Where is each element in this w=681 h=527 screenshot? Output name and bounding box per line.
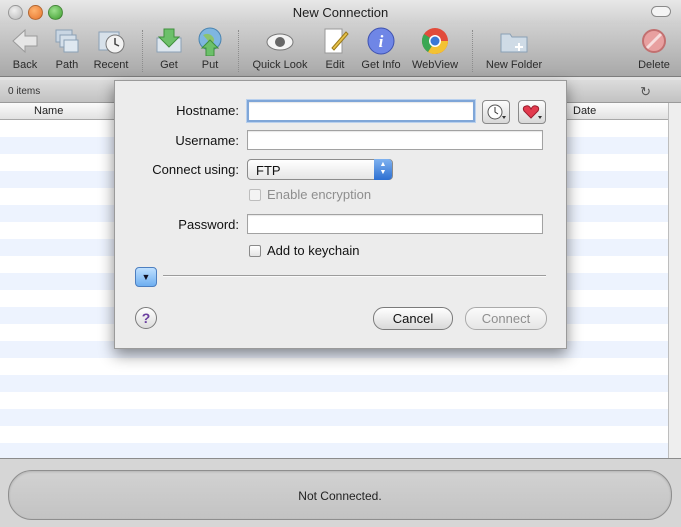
clock-icon [487, 104, 506, 120]
app-window: New Connection Back Path Recent Get Put … [0, 0, 681, 527]
quick-look-label: Quick Look [252, 59, 308, 71]
heart-icon [522, 105, 542, 119]
connection-status-text: Not Connected. [298, 489, 382, 503]
back-arrow-icon [12, 28, 38, 54]
protocol-select[interactable]: FTP ▲ ▼ [247, 159, 393, 180]
webview-button[interactable]: WebView [410, 26, 460, 71]
add-to-keychain-label: Add to keychain [267, 243, 360, 258]
bottom-bar: Not Connected. [0, 458, 681, 527]
edit-button[interactable]: Edit [320, 26, 350, 71]
bookmarks-button[interactable] [518, 100, 546, 124]
toolbar-separator [472, 30, 474, 72]
upload-globe-icon [198, 27, 222, 56]
new-folder-label: New Folder [485, 59, 543, 71]
eye-icon [266, 33, 294, 51]
history-button[interactable] [482, 100, 510, 124]
folder-stack-icon [55, 29, 79, 53]
get-label: Get [160, 59, 178, 71]
enable-encryption-checkbox[interactable] [249, 189, 261, 201]
delete-label: Delete [638, 59, 670, 71]
window-title: New Connection [292, 5, 389, 20]
put-label: Put [201, 59, 219, 71]
toolbar: Back Path Recent Get Put Quick Look Edit [0, 24, 681, 77]
delete-button[interactable]: Delete [636, 26, 672, 71]
password-field[interactable] [247, 214, 543, 234]
help-button[interactable]: ? [135, 307, 157, 329]
new-connection-sheet: Hostname: Username: Connect using: FTP ▲… [114, 80, 567, 349]
path-button[interactable]: Path [50, 26, 84, 71]
edit-label: Edit [325, 59, 345, 71]
svg-text:i: i [379, 32, 384, 51]
disclosure-triangle-button[interactable]: ▼ [135, 267, 157, 287]
get-info-button[interactable]: i Get Info [358, 26, 404, 71]
info-icon: i [367, 27, 395, 55]
connect-using-label: Connect using: [152, 162, 239, 177]
connection-status-pill: Not Connected. [8, 470, 672, 520]
new-folder-button[interactable]: New Folder [482, 26, 546, 71]
enable-encryption-label: Enable encryption [267, 187, 372, 202]
toolbar-separator [238, 30, 240, 72]
new-folder-icon [500, 33, 528, 53]
back-label: Back [12, 59, 38, 71]
username-label: Username: [175, 133, 239, 148]
vertical-scrollbar[interactable] [668, 103, 681, 458]
connect-button[interactable]: Connect [465, 307, 547, 330]
add-to-keychain-checkbox[interactable] [249, 245, 261, 257]
select-arrows-icon: ▲ ▼ [374, 159, 392, 180]
get-button[interactable]: Get [152, 26, 186, 71]
download-icon [156, 28, 182, 53]
protocol-value: FTP [256, 163, 281, 178]
edit-document-icon [324, 28, 349, 54]
toolbar-toggle-button[interactable] [651, 6, 671, 17]
get-info-label: Get Info [361, 59, 401, 71]
path-label: Path [55, 59, 79, 71]
divider [163, 275, 546, 277]
recent-label: Recent [93, 59, 129, 71]
column-name-header[interactable]: Name [34, 105, 63, 117]
items-count: 0 items [8, 86, 41, 97]
cancel-button[interactable]: Cancel [373, 307, 453, 330]
recent-clock-icon [98, 31, 125, 54]
quick-look-button[interactable]: Quick Look [248, 26, 312, 71]
recent-button[interactable]: Recent [92, 26, 130, 71]
refresh-icon[interactable]: ↻ [640, 84, 651, 100]
password-label: Password: [178, 217, 239, 232]
column-date-header[interactable]: Date [573, 105, 596, 117]
put-button[interactable]: Put [193, 26, 227, 71]
toolbar-separator [142, 30, 144, 72]
back-button[interactable]: Back [8, 26, 42, 71]
browser-icon [421, 28, 449, 55]
hostname-label: Hostname: [176, 103, 239, 118]
webview-label: WebView [411, 59, 459, 71]
delete-icon [642, 29, 666, 53]
title-bar: New Connection [0, 0, 681, 24]
hostname-field[interactable] [246, 99, 476, 123]
username-field[interactable] [247, 130, 543, 150]
